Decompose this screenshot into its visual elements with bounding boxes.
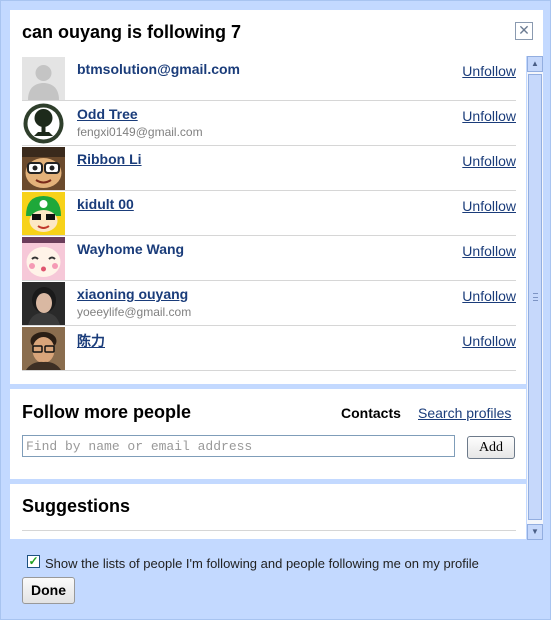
follow-more-section: Follow more people Contacts Search profi… [10, 389, 526, 479]
unfollow-link[interactable]: Unfollow [462, 333, 516, 349]
person-name-link[interactable]: Odd Tree [77, 106, 138, 122]
cartoon-face-avatar-icon [22, 147, 65, 190]
person-email: fengxi0149@gmail.com [77, 125, 203, 139]
dialog-header: can ouyang is following 7 ✕ [10, 10, 543, 56]
person-name-link[interactable]: kidult 00 [77, 196, 134, 212]
show-lists-label: Show the lists of people I'm following a… [45, 556, 479, 571]
list-item: Wayhome Wang Unfollow [22, 236, 516, 281]
list-item: 陈力 Unfollow [22, 326, 516, 371]
following-dialog: can ouyang is following 7 ✕ btmsolution@… [0, 0, 551, 620]
man-glasses-avatar-icon [22, 327, 65, 370]
unfollow-link[interactable]: Unfollow [462, 243, 516, 259]
list-item: Odd Tree fengxi0149@gmail.com Unfollow [22, 101, 516, 146]
person-name-link[interactable]: 陈力 [77, 331, 105, 351]
list-item: xiaoning ouyang yoeeylife@gmail.com Unfo… [22, 281, 516, 326]
grip-icon [533, 293, 538, 301]
scroll-up-arrow-icon[interactable]: ▲ [527, 56, 543, 72]
suggestions-section: Suggestions [10, 484, 526, 539]
green-helmet-avatar-icon [22, 192, 65, 235]
tree-avatar-icon [22, 102, 65, 145]
unfollow-link[interactable]: Unfollow [462, 63, 516, 79]
unfollow-link[interactable]: Unfollow [462, 198, 516, 214]
search-profiles-link[interactable]: Search profiles [418, 405, 511, 421]
find-people-input[interactable] [22, 435, 455, 457]
person-name-link[interactable]: xiaoning ouyang [77, 286, 188, 302]
close-button[interactable]: ✕ [515, 22, 533, 40]
unfollow-link[interactable]: Unfollow [462, 288, 516, 304]
photo-avatar-icon [22, 282, 65, 325]
person-name: btmsolution@gmail.com [77, 61, 240, 77]
following-list: btmsolution@gmail.com Unfollow Odd Tree … [10, 56, 526, 384]
dialog-title: can ouyang is following 7 [22, 22, 242, 42]
person-name-link[interactable]: Ribbon Li [77, 151, 142, 167]
follow-more-title: Follow more people [22, 402, 192, 422]
done-button[interactable]: Done [22, 577, 75, 604]
list-item: Ribbon Li Unfollow [22, 146, 516, 191]
unfollow-link[interactable]: Unfollow [462, 153, 516, 169]
scrollbar[interactable]: ▲ ▼ [527, 56, 543, 540]
add-button[interactable]: Add [467, 436, 515, 459]
tab-contacts[interactable]: Contacts [341, 405, 401, 421]
pink-cartoon-avatar-icon [22, 237, 65, 280]
suggestions-title: Suggestions [22, 496, 131, 516]
show-lists-checkbox[interactable]: ✓ [27, 555, 40, 568]
unfollow-link[interactable]: Unfollow [462, 108, 516, 124]
scroll-down-arrow-icon[interactable]: ▼ [527, 524, 543, 540]
list-item: kidult 00 Unfollow [22, 191, 516, 236]
scroll-thumb[interactable] [528, 74, 542, 520]
divider [22, 530, 516, 531]
default-avatar-icon [22, 57, 65, 100]
list-item: btmsolution@gmail.com Unfollow [22, 56, 516, 101]
person-email: yoeeylife@gmail.com [77, 305, 192, 319]
person-name: Wayhome Wang [77, 241, 185, 257]
